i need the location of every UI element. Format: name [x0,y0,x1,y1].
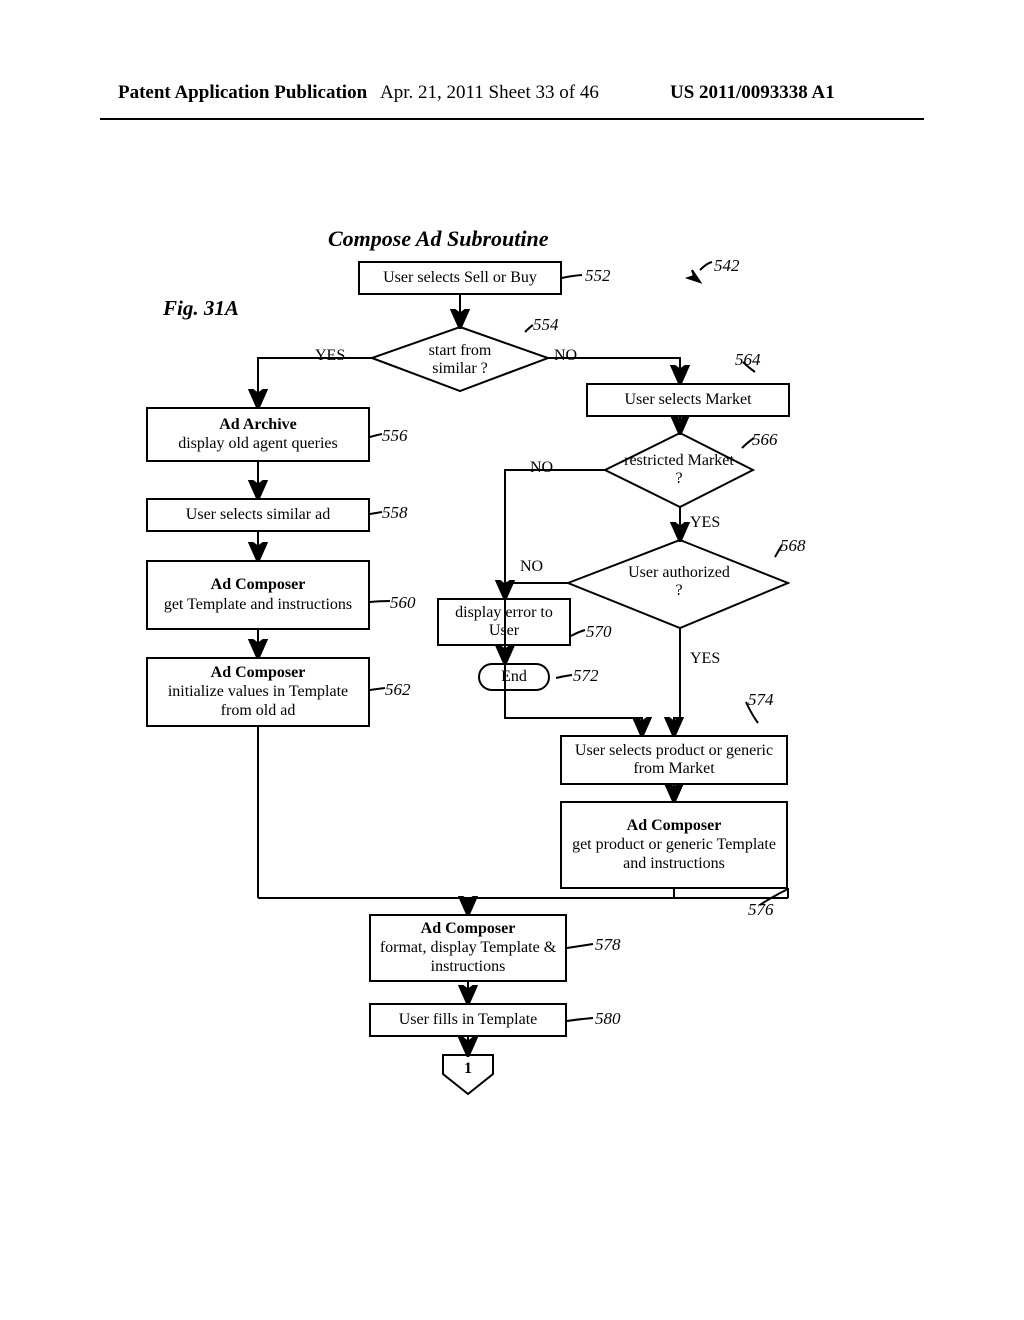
node-570-text: display error to User [443,604,565,641]
node-566-text: restricted Market ? [623,452,735,489]
ref-554: 554 [533,315,559,335]
node-554-text: start from similar ? [414,342,506,379]
node-560-heading: Ad Composer [211,576,306,594]
node-end: End [478,663,550,691]
ref-558: 558 [382,503,408,523]
node-562-heading: Ad Composer [211,664,306,682]
ref-576: 576 [748,900,774,920]
ref-560: 560 [390,593,416,613]
node-568-text: User authorized ? [623,564,735,601]
node-576-heading: Ad Composer [627,817,722,835]
node-user-selects-product: User selects product or generic from Mar… [560,735,788,785]
ref-578: 578 [595,935,621,955]
ref-556: 556 [382,426,408,446]
node-ad-composer-get-product-template: Ad Composer get product or generic Templ… [560,801,788,889]
node-start-from-similar-text: start from similar ? [410,340,510,380]
ref-562: 562 [385,680,411,700]
node-ad-composer-init-values: Ad Composer initialize values in Templat… [146,657,370,727]
node-560-body: get Template and instructions [164,596,352,614]
node-564-text: User selects Market [624,391,751,409]
node-user-fills-template: User fills in Template [369,1003,567,1037]
node-558-text: User selects similar ad [186,506,330,524]
figure-label: Fig. 31A [163,296,239,321]
ref-572: 572 [573,666,599,686]
node-ad-composer-get-template: Ad Composer get Template and instruction… [146,560,370,630]
header-right: US 2011/0093338 A1 [670,82,835,104]
node-user-selects-similar-ad: User selects similar ad [146,498,370,532]
ref-568: 568 [780,536,806,556]
header-left: Patent Application Publication [118,82,367,104]
label-no-568: NO [520,558,543,576]
node-578-body: format, display Template & instructions [375,939,561,976]
header-rule [100,118,924,120]
label-yes-566: YES [690,514,720,532]
node-576-body: get product or generic Template and inst… [566,836,782,873]
label-yes-554: YES [315,347,345,365]
node-ad-composer-format-display: Ad Composer format, display Template & i… [369,914,567,982]
page: Patent Application Publication Apr. 21, … [0,0,1024,1320]
node-578-heading: Ad Composer [421,920,516,938]
ref-570: 570 [586,622,612,642]
ref-542: 542 [714,256,740,276]
ref-564: 564 [735,350,761,370]
ref-574: 574 [748,690,774,710]
offpage-label: 1 [464,1060,472,1078]
node-restricted-market-text: restricted Market ? [619,450,739,490]
node-user-selects-market: User selects Market [586,383,790,417]
node-ad-archive: Ad Archive display old agent queries [146,407,370,462]
node-556-body: display old agent queries [178,435,338,453]
node-574-text: User selects product or generic from Mar… [566,742,782,779]
label-no-554: NO [554,347,577,365]
node-562-body: initialize values in Template from old a… [152,683,364,720]
header-mid: Apr. 21, 2011 Sheet 33 of 46 [380,82,599,104]
node-556-heading: Ad Archive [219,416,296,434]
ref-552: 552 [585,266,611,286]
node-display-error: display error to User [437,598,571,646]
node-user-selects-sell-buy: User selects Sell or Buy [358,261,562,295]
node-580-text: User fills in Template [399,1011,538,1029]
node-user-authorized-text: User authorized ? [619,562,739,602]
node-end-text: End [501,668,527,686]
ref-566: 566 [752,430,778,450]
node-552-text: User selects Sell or Buy [383,269,537,287]
diagram-title: Compose Ad Subroutine [328,226,548,252]
label-no-566: NO [530,459,553,477]
ref-580: 580 [595,1009,621,1029]
label-yes-568: YES [690,650,720,668]
